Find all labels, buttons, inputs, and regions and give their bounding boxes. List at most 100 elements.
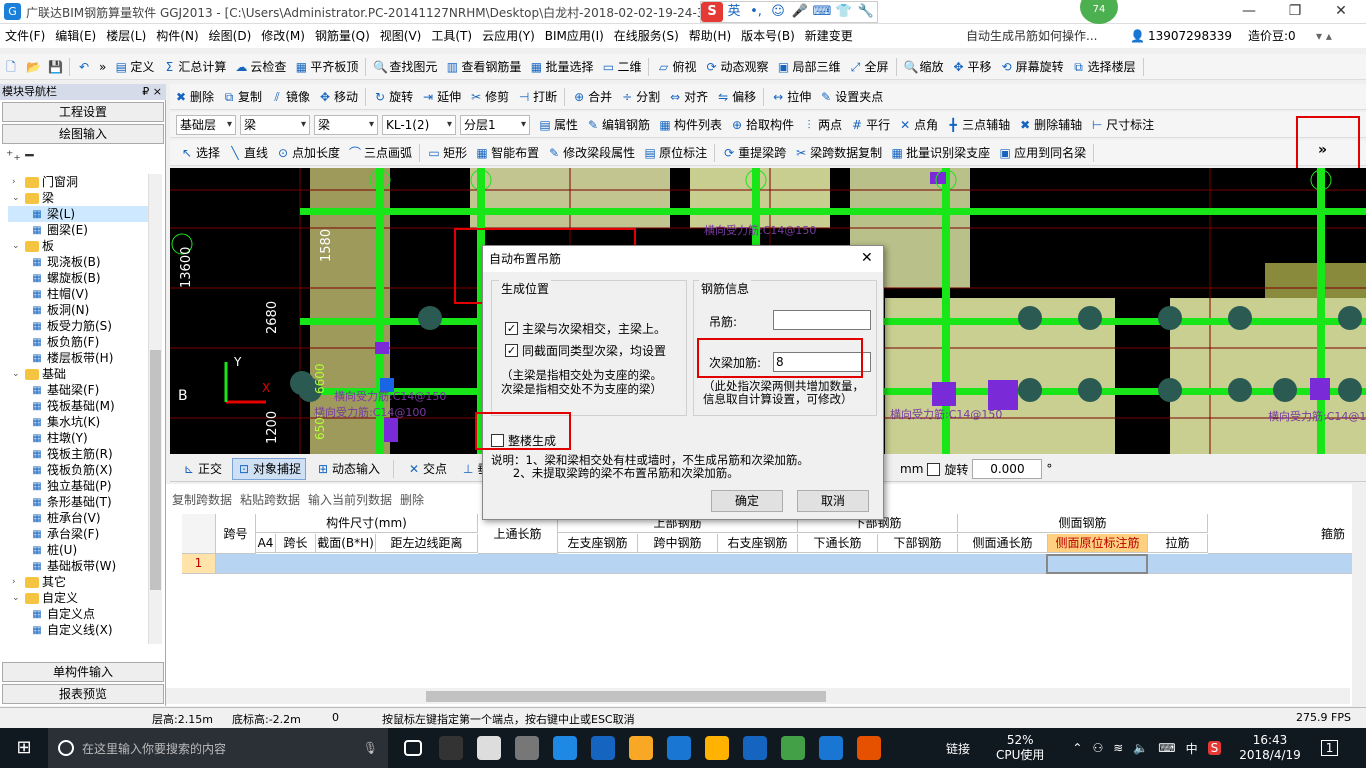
wrench-icon[interactable]: 🔧 xyxy=(855,2,877,22)
save-icon[interactable]: 💾 xyxy=(44,56,66,78)
open-icon[interactable]: 📂 xyxy=(22,56,44,78)
toolbar1-btn-9[interactable]: ⟳ 动态观察 xyxy=(700,56,772,78)
grid-toolbar-btn-0[interactable]: 复制跨数据 xyxy=(172,491,232,508)
toolbar3-btn-7[interactable]: ╋ 三点辅轴 xyxy=(942,114,1014,136)
nav-pin-icon[interactable]: ₽ × xyxy=(142,84,162,100)
cpu-usage[interactable]: 52% CPU使用 xyxy=(996,733,1044,763)
ie-icon[interactable] xyxy=(470,728,508,768)
tree-item-11[interactable]: ▦ 楼层板带(H) xyxy=(8,350,148,366)
grid-horizontal-scrollbar[interactable] xyxy=(166,688,1350,704)
type-select[interactable]: 梁 xyxy=(240,114,310,135)
menu-item-3[interactable]: 构件(N) xyxy=(151,24,203,48)
opt1-checkbox[interactable]: ✓ xyxy=(505,322,518,335)
tree-item-1[interactable]: ⌄ 梁 xyxy=(8,190,148,206)
notes-icon[interactable] xyxy=(698,728,736,768)
toolbar3-btn-0[interactable]: ▤ 属性 xyxy=(534,114,582,136)
toolbar4-btn-11[interactable]: ▣ 应用到同名梁 xyxy=(994,142,1090,164)
menu-item-9[interactable]: 云应用(Y) xyxy=(477,24,540,48)
dialog-close-icon[interactable]: ✕ xyxy=(861,250,873,266)
tree-item-22[interactable]: ▦ 承台梁(F) xyxy=(8,526,148,542)
toolbar2-btn-12[interactable]: ↔ 拉伸 xyxy=(767,86,815,108)
tree-item-12[interactable]: ⌄ 基础 xyxy=(8,366,148,382)
toolbar-more-icon[interactable]: » xyxy=(95,56,110,78)
grid-toolbar-btn-2[interactable]: 输入当前列数据 xyxy=(308,491,392,508)
tree-item-2[interactable]: ▦ 梁(L) xyxy=(8,206,148,222)
nav-drawing-input[interactable]: 绘图输入 xyxy=(2,124,164,144)
cancel-button[interactable]: 取消 xyxy=(797,490,869,512)
toolbar3-btn-2[interactable]: ▦ 构件列表 xyxy=(654,114,726,136)
toolbar2-btn-8[interactable]: ⊕ 合并 xyxy=(568,86,616,108)
menu-item-0[interactable]: 文件(F) xyxy=(0,24,50,48)
ime-lang-indicator[interactable]: 中 xyxy=(1186,740,1198,757)
toolbar4-btn-6[interactable]: ✎ 修改梁段属性 xyxy=(543,142,639,164)
tree-item-27[interactable]: ▦ 自定义点 xyxy=(8,606,148,622)
minimize-button[interactable]: — xyxy=(1226,0,1272,24)
opt2-checkbox[interactable]: ✓ xyxy=(505,344,518,357)
toolbar4-btn-5[interactable]: ▦ 智能布置 xyxy=(471,142,543,164)
toolbar1-btn-8[interactable]: ▱ 俯视 xyxy=(652,56,700,78)
toolbar1-btn-14[interactable]: ⟲ 屏幕旋转 xyxy=(996,56,1068,78)
nav-single-input[interactable]: 单构件输入 xyxy=(2,662,164,682)
toolbar1-btn-15[interactable]: ⧉ 选择楼层 xyxy=(1068,56,1140,78)
grid-toolbar-btn-3[interactable]: 删除 xyxy=(400,491,424,508)
glodon-icon[interactable] xyxy=(660,728,698,768)
ie-blue-icon[interactable] xyxy=(584,728,622,768)
notification-center-icon[interactable]: 1 xyxy=(1320,740,1339,756)
toolbar3-btn-6[interactable]: ✕ 点角 xyxy=(894,114,942,136)
taskbar-link[interactable]: 链接 xyxy=(946,740,970,757)
hanger-input[interactable] xyxy=(773,310,871,330)
tree-item-8[interactable]: ▦ 板洞(N) xyxy=(8,302,148,318)
grid-toolbar-btn-1[interactable]: 粘贴跨数据 xyxy=(240,491,300,508)
tree-item-24[interactable]: ▦ 基础板带(W) xyxy=(8,558,148,574)
toolbar2-btn-7[interactable]: ⊣ 打断 xyxy=(513,86,561,108)
toolbar1-btn-6[interactable]: ▦ 批量选择 xyxy=(525,56,597,78)
toolbar2-btn-4[interactable]: ↻ 旋转 xyxy=(369,86,417,108)
sogou-tray-icon[interactable]: S xyxy=(1207,741,1222,755)
pdf-icon[interactable] xyxy=(850,728,888,768)
user-account[interactable]: 👤 13907298339 xyxy=(1130,24,1232,48)
toolbar1-btn-13[interactable]: ✥ 平移 xyxy=(948,56,996,78)
layer-select[interactable]: 分层1 xyxy=(460,114,530,135)
toolbar4-btn-7[interactable]: ▤ 原位标注 xyxy=(639,142,711,164)
tree-item-4[interactable]: ⌄ 板 xyxy=(8,238,148,254)
floor-select[interactable]: 基础层 xyxy=(176,114,236,135)
emoji-icon[interactable]: ☺ xyxy=(767,2,789,22)
toolbar4-btn-8[interactable]: ⟳ 重提梁跨 xyxy=(718,142,790,164)
toolbar2-btn-1[interactable]: ⧉ 复制 xyxy=(218,86,266,108)
tree-item-21[interactable]: ▦ 桩承台(V) xyxy=(8,510,148,526)
edge-icon[interactable] xyxy=(546,728,584,768)
tree-item-7[interactable]: ▦ 柱帽(V) xyxy=(8,286,148,302)
object-snap-toggle[interactable]: ⊡ 对象捕捉 xyxy=(232,457,307,480)
tree-expander-26[interactable]: ⌄ xyxy=(12,590,22,606)
tree-item-0[interactable]: › 门窗洞 xyxy=(8,174,148,190)
toolbar2-btn-11[interactable]: ⇋ 偏移 xyxy=(712,86,760,108)
volume-icon[interactable]: 🔈 xyxy=(1133,741,1148,755)
toolbar1-btn-12[interactable]: 🔍 缩放 xyxy=(900,56,948,78)
toolbar2-btn-3[interactable]: ✥ 移动 xyxy=(314,86,362,108)
toolbar3-btn-1[interactable]: ✎ 编辑钢筋 xyxy=(582,114,654,136)
toolbar3-btn-9[interactable]: ⊢ 尺寸标注 xyxy=(1086,114,1158,136)
dynamic-input-toggle[interactable]: ⊞ 动态输入 xyxy=(312,458,384,480)
active-cell[interactable] xyxy=(1046,554,1148,574)
toolbar3-btn-8[interactable]: ✖ 删除辅轴 xyxy=(1014,114,1086,136)
toolbar1-btn-2[interactable]: ☁ 云检查 xyxy=(230,56,290,78)
new-icon[interactable]: 🗋 xyxy=(0,56,22,78)
tree-expander-4[interactable]: ⌄ xyxy=(12,238,22,254)
toolbar-overflow-button[interactable]: » xyxy=(1318,142,1327,158)
ortho-toggle[interactable]: ⊾ 正交 xyxy=(178,458,226,480)
nav-project-settings[interactable]: 工程设置 xyxy=(2,102,164,122)
subtype-select[interactable]: 梁 xyxy=(314,114,378,135)
gsearch-icon[interactable] xyxy=(736,728,774,768)
toolbar4-btn-1[interactable]: ╲ 直线 xyxy=(224,142,272,164)
menu-item-6[interactable]: 钢筋量(Q) xyxy=(310,24,375,48)
tree-item-17[interactable]: ▦ 筏板主筋(R) xyxy=(8,446,148,462)
tree-item-3[interactable]: ▦ 圈梁(E) xyxy=(8,222,148,238)
skin-icon[interactable]: 👕 xyxy=(833,2,855,22)
wifi-icon[interactable]: ≋ xyxy=(1113,741,1123,755)
menu-item-13[interactable]: 版本号(B) xyxy=(736,24,800,48)
menu-item-7[interactable]: 视图(V) xyxy=(375,24,427,48)
tree-item-28[interactable]: ▦ 自定义线(X) xyxy=(8,622,148,638)
toolbar4-btn-2[interactable]: ⊙ 点加长度 xyxy=(272,142,344,164)
menu-item-5[interactable]: 修改(M) xyxy=(256,24,310,48)
keyboard-icon[interactable]: ⌨ xyxy=(1158,741,1175,755)
